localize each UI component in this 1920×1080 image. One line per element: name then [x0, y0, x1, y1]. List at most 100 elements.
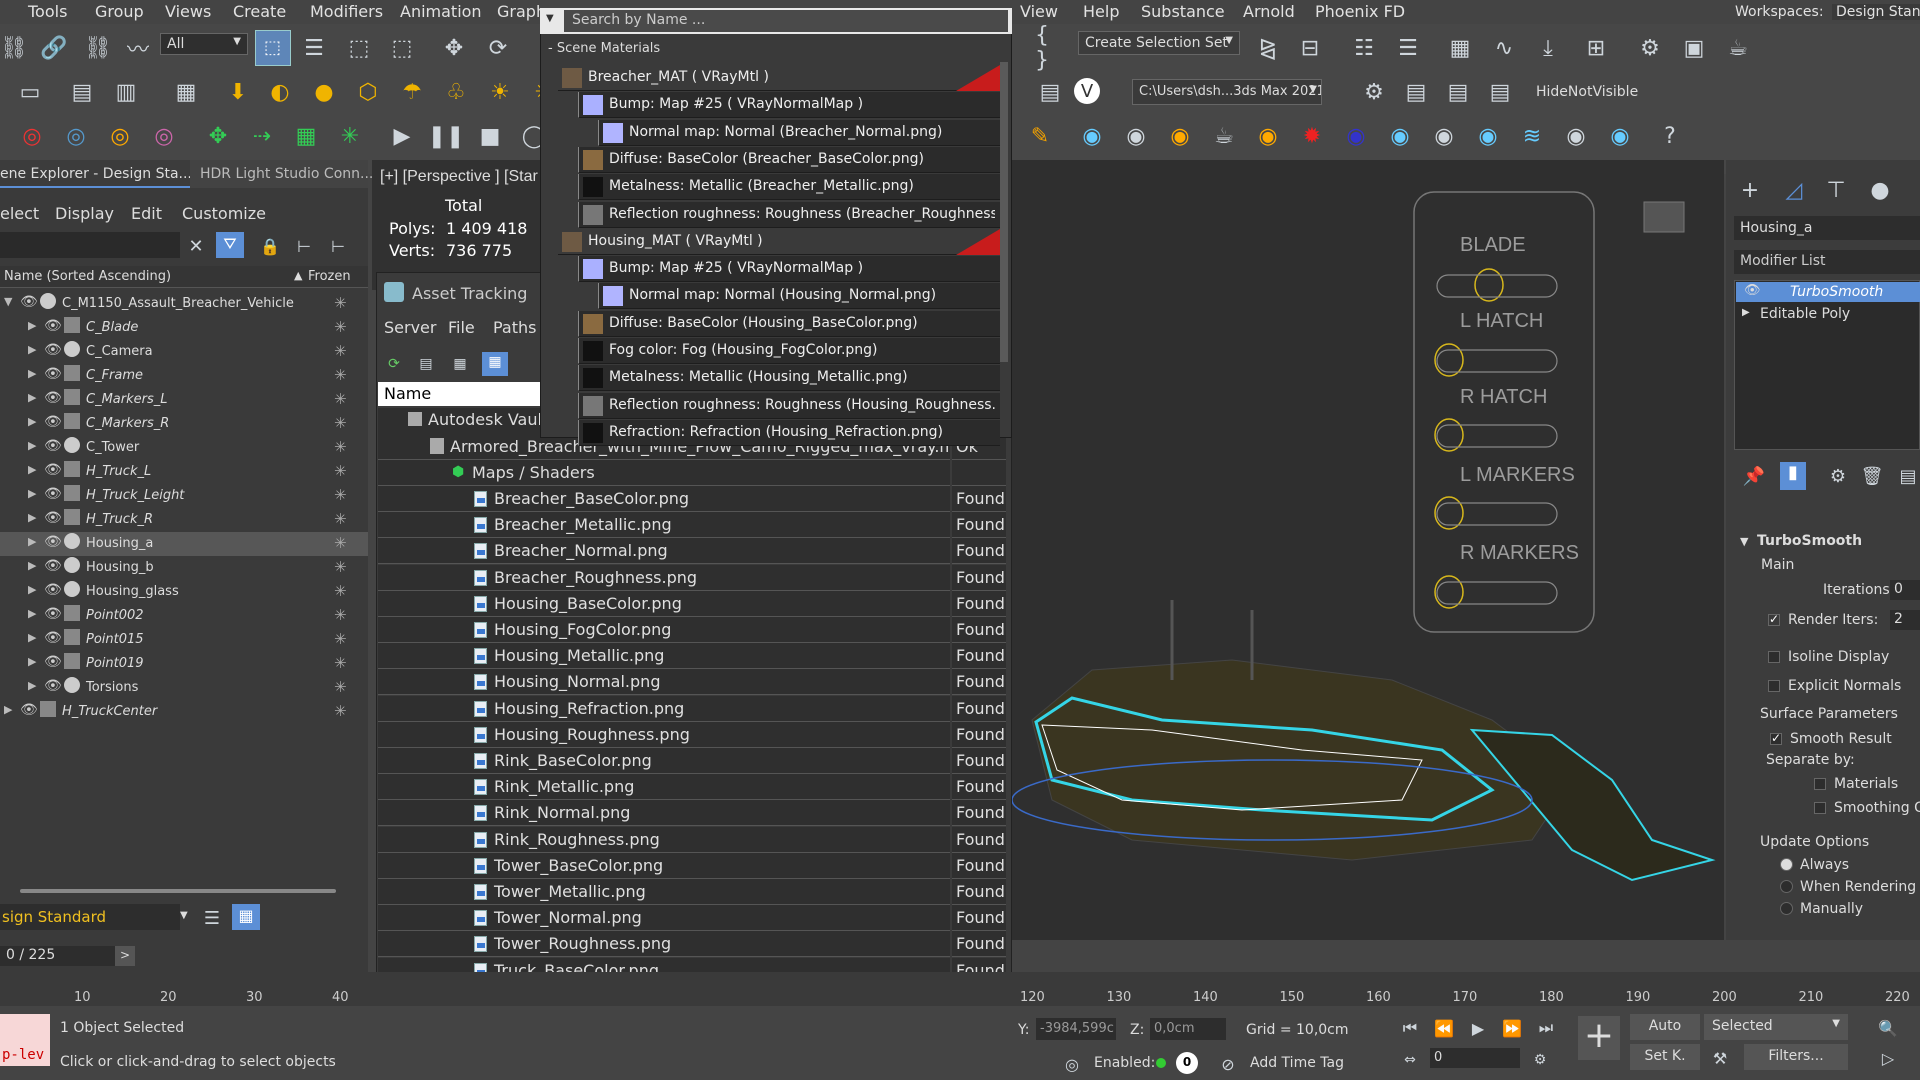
frozen-icon[interactable]: ✳ [334, 558, 347, 576]
geosphere-icon[interactable]: ⬡ [354, 78, 382, 106]
set-key-button[interactable]: Set K. [1630, 1044, 1700, 1070]
asset-file-row[interactable]: Rink_Roughness.png Found [378, 826, 1006, 853]
tex-icon[interactable]: ◎ [150, 122, 178, 150]
hierarchy-tab-icon[interactable]: ⊤ [1822, 176, 1850, 204]
expand-icon[interactable]: ▶ [28, 343, 36, 356]
menu-help[interactable]: Help [1083, 2, 1119, 21]
render-production-icon[interactable]: ☕ [1724, 34, 1752, 62]
maxscript-listener[interactable]: p-lev [0, 1046, 50, 1066]
select-link-icon[interactable]: ⛓ [0, 34, 28, 62]
menu-substance[interactable]: Substance [1141, 2, 1225, 21]
asset-file-row[interactable]: Tower_Metallic.png Found [378, 879, 1006, 905]
isolate-icon[interactable]: ◎ [1058, 1050, 1086, 1078]
layer-manager-icon[interactable]: ☷ [1350, 34, 1378, 62]
scene-explorer-tab[interactable]: ene Explorer - Design Sta... [0, 160, 192, 188]
frozen-icon[interactable]: ✳ [334, 510, 347, 528]
goto-start-icon[interactable]: ⏮ [1396, 1014, 1424, 1042]
asset-file-row[interactable]: Tower_Roughness.png Found [378, 931, 1006, 958]
project-icon[interactable]: ▤ [1036, 78, 1064, 106]
goto-end-icon[interactable]: ⏭ [1532, 1014, 1560, 1042]
lock-icon[interactable]: 🔒 [256, 232, 284, 260]
make-unique-icon[interactable]: ⚙ [1824, 462, 1852, 490]
menu-tools[interactable]: Tools [28, 2, 67, 21]
asset-file-row[interactable]: Rink_BaseColor.png Found [378, 748, 1006, 774]
close-icon[interactable]: ✕ [182, 232, 210, 260]
sun-icon[interactable]: ☀ [486, 78, 514, 106]
iterations-spinner[interactable]: 0 [1890, 580, 1920, 600]
modifier-list-dropdown[interactable]: Modifier List [1734, 250, 1920, 274]
col-frozen[interactable]: Frozen [308, 269, 351, 284]
project-path-dropdown[interactable]: C:\Users\dsh...3ds Max 2021 ▼ [1132, 79, 1322, 105]
maps-folder-row[interactable]: ⬢ Maps / Shaders [378, 460, 1006, 486]
workspaces-dropdown[interactable]: Design Standa [1832, 4, 1920, 20]
eye-icon[interactable]: 👁 [44, 606, 62, 622]
show-end-result-icon[interactable]: ▮ [1780, 462, 1806, 490]
eye-icon[interactable]: 👁 [44, 630, 62, 646]
object-name-field[interactable]: Housing_a [1734, 216, 1920, 240]
material-map-row[interactable]: Bump: Map #25 ( VRayNormalMap ) [578, 256, 1000, 283]
delete-icon[interactable]: 🗑 [1858, 462, 1886, 490]
next-frame-icon[interactable]: > [115, 946, 135, 966]
thumb-icon[interactable]: ▦ [446, 350, 474, 378]
scene-row[interactable]: ▶ 👁 Point019 ✳ [0, 652, 368, 676]
scene-row[interactable]: ▶ 👁 Point015 ✳ [0, 628, 368, 652]
unlink-icon[interactable]: ⛓ [84, 34, 112, 62]
scene-row[interactable]: ▶ 👁 H_Truck_R ✳ [0, 508, 368, 532]
render-iters-spinner[interactable]: 2 [1890, 610, 1920, 630]
smoothing-groups-checkbox[interactable] [1814, 802, 1826, 814]
expand-icon[interactable]: ▶ [28, 583, 36, 596]
grid-icon[interactable]: ▦ [292, 122, 320, 150]
set-key-icon[interactable]: + [1578, 1016, 1620, 1060]
frozen-icon[interactable]: ✳ [334, 678, 347, 696]
scene-row[interactable]: ▶ 👁 H_Truck_L ✳ [0, 460, 368, 484]
eye-icon[interactable]: 👁 [44, 342, 62, 358]
rendered-frame-icon[interactable]: ▣ [1680, 34, 1708, 62]
schematic-view-icon[interactable]: ⊞ [1582, 34, 1610, 62]
expand-icon[interactable]: ▼ [4, 295, 12, 308]
expand-icon[interactable]: ▶ [1742, 307, 1750, 318]
scene-row[interactable]: ▶ 👁 C_Markers_L ✳ [0, 388, 368, 412]
helper-icon[interactable]: ♧ [442, 78, 470, 106]
motion-icon[interactable]: ▥ [112, 78, 140, 106]
zoom-icon[interactable]: 🔍 [1874, 1014, 1902, 1042]
sea-icon[interactable]: ≋ [1518, 122, 1546, 150]
shape-icon[interactable]: ◐ [266, 78, 294, 106]
material-map-row[interactable]: Normal map: Normal (Housing_Normal.png) [598, 283, 1000, 310]
frozen-icon[interactable]: ✳ [334, 606, 347, 624]
menu-animation[interactable]: Animation [400, 2, 482, 21]
frozen-icon[interactable]: ✳ [334, 702, 347, 720]
umbrella-icon[interactable]: ☂ [398, 78, 426, 106]
frozen-icon[interactable]: ✳ [334, 534, 347, 552]
chevron-down-icon[interactable]: ▼ [546, 13, 554, 24]
menu-graph[interactable]: Graph [497, 2, 546, 21]
play-icon[interactable]: ▶ [388, 122, 416, 150]
material-search-input[interactable]: Search by Name ... [564, 10, 1008, 32]
layer-view-icon[interactable]: ⊢ [324, 232, 352, 260]
scene-row[interactable]: ▶ 👁 C_Camera ✳ [0, 340, 368, 364]
scene-row[interactable]: ▶ 👁 Housing_a ✳ [0, 532, 368, 556]
menu-group[interactable]: Group [95, 2, 144, 21]
frozen-icon[interactable]: ✳ [334, 342, 347, 360]
material-scrollbar[interactable] [1000, 62, 1008, 362]
particle-icon[interactable]: ◉ [1342, 122, 1370, 150]
sphere-icon[interactable]: ● [310, 78, 338, 106]
explicit-normals-checkbox[interactable] [1768, 680, 1780, 692]
col-name[interactable]: Name (Sorted Ascending) [4, 269, 171, 284]
adaptive-degradation-icon[interactable]: 0 [1176, 1052, 1198, 1074]
always-radio[interactable] [1780, 858, 1793, 871]
key-mode-icon[interactable]: ⇔ [1396, 1046, 1424, 1074]
z-coord-field[interactable]: 0,0cm [1150, 1018, 1226, 1040]
y-coord-field[interactable]: -3984,599c [1036, 1018, 1116, 1040]
hierarchy-icon[interactable]: ▤ [68, 78, 96, 106]
time-tag-icon[interactable]: ⊘ [1214, 1050, 1242, 1078]
bucket-icon[interactable]: ◉ [1166, 122, 1194, 150]
fire-icon[interactable]: ◉ [1254, 122, 1282, 150]
stop-icon[interactable]: ■ [476, 122, 504, 150]
chevron-down-icon[interactable]: ▼ [180, 910, 188, 921]
viewport-label[interactable]: [+] [Perspective ] [Star [380, 168, 538, 186]
eye-icon[interactable]: 👁 [44, 366, 62, 382]
selected-dropdown[interactable]: Selected ▼ [1704, 1014, 1848, 1040]
eye-icon[interactable]: 👁 [44, 414, 62, 430]
current-frame-field[interactable]: 0 [1430, 1048, 1520, 1068]
eye-icon[interactable]: 👁 [44, 558, 62, 574]
